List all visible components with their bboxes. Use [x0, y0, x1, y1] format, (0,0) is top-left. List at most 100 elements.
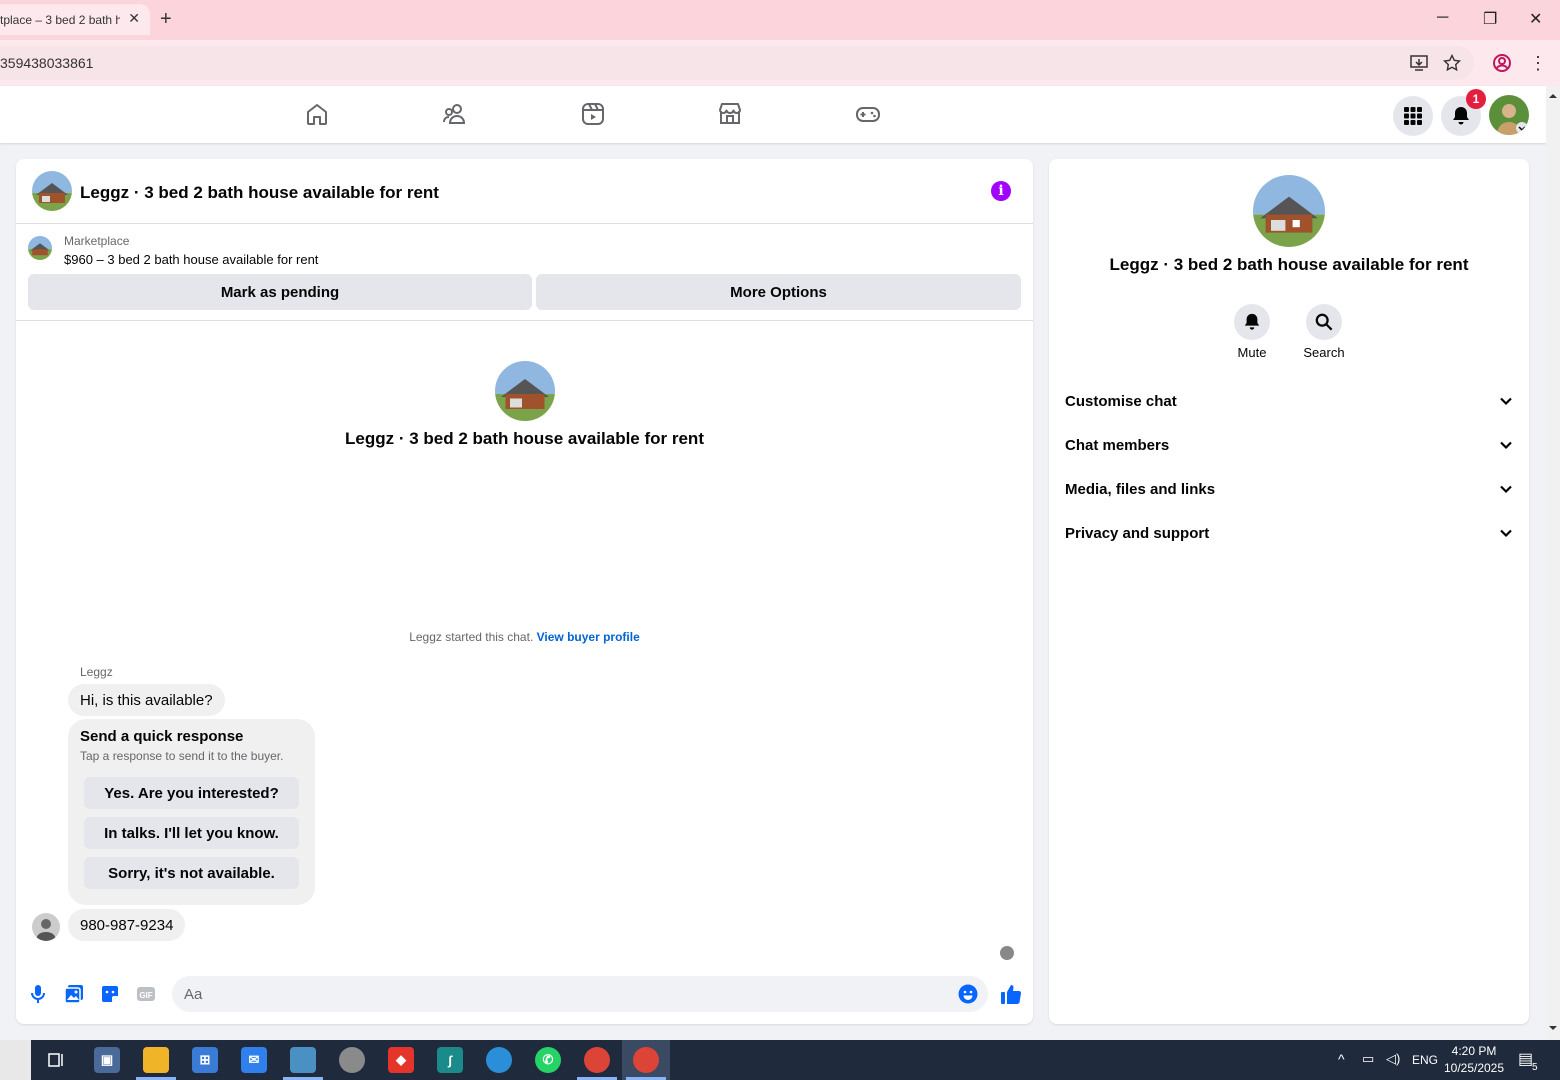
section-media-files-links[interactable]: Media, files and links: [1065, 469, 1513, 509]
search-label: Search: [1303, 345, 1345, 360]
section-privacy-support[interactable]: Privacy and support: [1065, 513, 1513, 553]
section-label: Customise chat: [1065, 392, 1177, 410]
account-avatar[interactable]: [1489, 95, 1529, 135]
section-label: Chat members: [1065, 436, 1170, 454]
like-icon[interactable]: [999, 982, 1023, 1006]
sender-name: Leggz: [80, 665, 113, 679]
page-scrollbar[interactable]: [1546, 86, 1560, 1040]
divider: [16, 320, 1033, 321]
clock-date[interactable]: 10/25/2025: [1440, 1061, 1508, 1075]
language-indicator[interactable]: ENG: [1412, 1053, 1438, 1067]
photo-icon[interactable]: [62, 982, 86, 1006]
file-explorer-icon[interactable]: [143, 1047, 169, 1073]
chat-panel: Leggz · 3 bed 2 bath house available for…: [16, 159, 1033, 1024]
clock-time[interactable]: 4:20 PM: [1444, 1044, 1504, 1058]
menu-grid-button[interactable]: [1393, 96, 1433, 136]
search-box-edge[interactable]: [0, 1040, 31, 1080]
volume-icon[interactable]: ◁): [1386, 1051, 1400, 1067]
info-avatar: [1253, 175, 1325, 247]
paint-icon[interactable]: [339, 1047, 365, 1073]
task-view-icon[interactable]: [43, 1047, 69, 1073]
notification-badge: 1: [1466, 89, 1486, 109]
install-app-icon[interactable]: [1408, 52, 1430, 74]
anydesk-icon[interactable]: ◆: [388, 1047, 414, 1073]
new-tab-icon[interactable]: +: [160, 8, 172, 30]
quick-response-subtitle: Tap a response to send it to the buyer.: [80, 749, 284, 763]
message-composer: [172, 976, 988, 1012]
chrome-profile-icon[interactable]: [633, 1047, 659, 1073]
quick-response-option[interactable]: In talks. I'll let you know.: [84, 817, 299, 849]
network-icon[interactable]: ▭: [1362, 1051, 1374, 1067]
mail-icon[interactable]: ✉: [241, 1047, 267, 1073]
marketplace-icon[interactable]: [716, 100, 744, 128]
address-bar[interactable]: 359438033861: [0, 46, 1474, 80]
tray-chevron-up-icon[interactable]: ^: [1338, 1051, 1345, 1067]
bell-icon: [1453, 107, 1469, 125]
view-buyer-profile-link[interactable]: View buyer profile: [537, 630, 640, 644]
search-button[interactable]: [1306, 304, 1342, 340]
chat-title: Leggz · 3 bed 2 bath house available for…: [80, 183, 439, 202]
close-window-icon[interactable]: ✕: [1529, 9, 1542, 29]
search-icon: [1315, 313, 1333, 331]
listing-title[interactable]: $960 – 3 bed 2 bath house available for …: [64, 252, 318, 267]
action-center-icon[interactable]: ▤: [1518, 1049, 1533, 1069]
quick-response-title: Send a quick response: [80, 728, 244, 745]
grid-icon: [1404, 107, 1422, 125]
message-bubble: 980-987-9234: [68, 909, 186, 941]
video-icon[interactable]: [579, 100, 607, 128]
chat-header: Leggz · 3 bed 2 bath house available for…: [16, 159, 1033, 224]
emoji-icon[interactable]: [958, 984, 978, 1009]
quick-response-card: Send a quick response Tap a response to …: [68, 719, 315, 905]
skype-icon[interactable]: ʃ: [437, 1047, 463, 1073]
section-chat-members[interactable]: Chat members: [1065, 425, 1513, 465]
chevron-down-icon: [1500, 529, 1512, 538]
quick-response-option[interactable]: Sorry, it's not available.: [84, 857, 299, 889]
microphone-icon[interactable]: [26, 982, 50, 1006]
mark-pending-button[interactable]: Mark as pending: [28, 274, 532, 310]
chat-started-note: Leggz started this chat. View buyer prof…: [16, 630, 1033, 644]
marketplace-label: Marketplace: [64, 234, 130, 248]
whatsapp-icon[interactable]: ✆: [535, 1047, 561, 1073]
image-viewer-icon[interactable]: [290, 1047, 316, 1073]
chat-info-panel: Leggz · 3 bed 2 bath house available for…: [1049, 159, 1529, 1024]
house-avatar[interactable]: [32, 171, 72, 211]
store-icon[interactable]: ⊞: [192, 1047, 218, 1073]
friends-icon[interactable]: [441, 100, 469, 128]
bookmark-star-icon[interactable]: [1441, 52, 1463, 74]
chrome-icon[interactable]: [584, 1047, 610, 1073]
info-icon[interactable]: i: [991, 181, 1011, 201]
restore-icon[interactable]: ❐: [1483, 9, 1497, 29]
chat-avatar-large: [495, 361, 555, 421]
url-text[interactable]: 359438033861: [0, 55, 93, 71]
mute-label: Mute: [1237, 345, 1267, 360]
section-customise-chat[interactable]: Customise chat: [1065, 381, 1513, 421]
chevron-down-icon: [1500, 441, 1512, 450]
section-label: Media, files and links: [1065, 480, 1216, 498]
this-pc-icon[interactable]: ▣: [94, 1047, 120, 1073]
gaming-icon[interactable]: [854, 100, 882, 128]
browser-tab-bar: tplace – 3 bed 2 bath h ✕ + ─ ❐ ✕: [0, 0, 1560, 40]
message-bubble: Hi, is this available?: [68, 684, 225, 716]
profile-icon[interactable]: [1491, 52, 1513, 74]
chat-center-title: Leggz · 3 bed 2 bath house available for…: [345, 429, 704, 448]
browser-menu-icon[interactable]: ⋮: [1527, 52, 1549, 74]
tab-close-icon[interactable]: ✕: [128, 10, 140, 27]
buyer-avatar[interactable]: [32, 913, 60, 941]
browser-tab[interactable]: tplace – 3 bed 2 bath h ✕: [0, 4, 150, 35]
edge-icon[interactable]: [486, 1047, 512, 1073]
listing-thumbnail[interactable]: [28, 236, 52, 260]
gif-icon[interactable]: GIF: [134, 982, 158, 1006]
seen-indicator-avatar: [1000, 946, 1014, 960]
sticker-icon[interactable]: [98, 982, 122, 1006]
minimize-icon[interactable]: ─: [1437, 9, 1448, 27]
more-options-button[interactable]: More Options: [536, 274, 1021, 310]
action-center-count: 5: [1532, 1062, 1538, 1073]
chevron-down-icon: [1500, 397, 1512, 406]
svg-text:GIF: GIF: [139, 991, 152, 1000]
chevron-down-icon: [1500, 485, 1512, 494]
quick-response-option[interactable]: Yes. Are you interested?: [84, 777, 299, 809]
mute-button[interactable]: [1234, 304, 1270, 340]
message-input[interactable]: [172, 976, 942, 1012]
home-icon[interactable]: [303, 100, 331, 128]
address-bar-row: 359438033861 ⋮: [0, 40, 1560, 86]
